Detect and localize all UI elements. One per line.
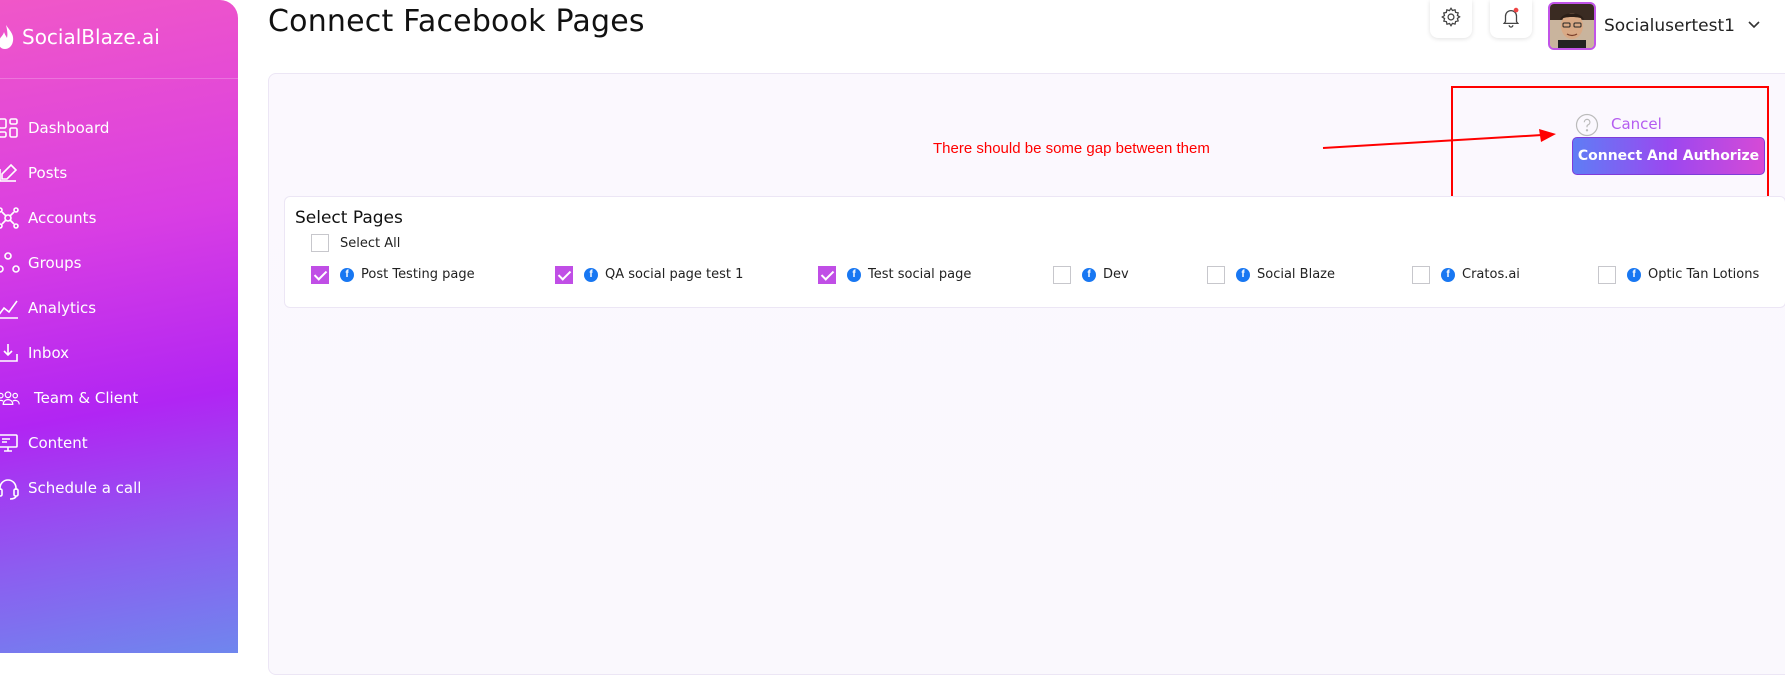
avatar-image: [1550, 4, 1594, 48]
chart-icon: [0, 296, 20, 320]
dashboard-icon: [0, 116, 20, 140]
sidebar-item-posts[interactable]: Posts: [0, 150, 238, 195]
brand[interactable]: SocialBlaze.ai: [0, 22, 160, 52]
sidebar-item-team-client[interactable]: Team & Client: [0, 375, 238, 420]
avatar[interactable]: [1548, 2, 1596, 50]
page-title: Connect Facebook Pages: [268, 4, 645, 39]
username[interactable]: Socialusertest1: [1604, 16, 1735, 36]
sidebar-item-label: Dashboard: [28, 118, 110, 137]
page-checkbox-post-testing-page[interactable]: [311, 266, 329, 284]
page-label: Cratos.ai: [1462, 267, 1520, 282]
sidebar-nav: Dashboard Posts Accounts Groups Analytic…: [0, 105, 238, 510]
chevron-down-icon[interactable]: [1746, 16, 1762, 37]
page-label: Post Testing page: [361, 267, 475, 282]
facebook-icon: f: [1082, 268, 1096, 282]
content-icon: [0, 431, 20, 455]
cancel-button[interactable]: Cancel: [1611, 115, 1662, 133]
sidebar-item-groups[interactable]: Groups: [0, 240, 238, 285]
groups-icon: [0, 251, 20, 275]
page-checkbox-test-social-page[interactable]: [818, 266, 836, 284]
page-label: Social Blaze: [1257, 267, 1335, 282]
page-checkbox-optic-tan-lotions[interactable]: [1598, 266, 1616, 284]
page-label: Optic Tan Lotions: [1648, 267, 1760, 282]
network-icon: [0, 206, 20, 230]
sidebar-item-label: Inbox: [28, 343, 70, 362]
brand-name: SocialBlaze.ai: [22, 25, 160, 49]
sidebar-item-label: Content: [28, 433, 88, 452]
team-icon: [0, 386, 26, 410]
select-all-label: Select All: [340, 236, 401, 251]
select-pages-card: Select Pages Select All f Post Testing p…: [284, 196, 1785, 308]
sidebar-item-label: Schedule a call: [28, 478, 142, 497]
notifications-button[interactable]: [1490, 0, 1532, 38]
sidebar-item-schedule-call[interactable]: Schedule a call: [0, 465, 238, 510]
page-checkbox-social-blaze[interactable]: [1207, 266, 1225, 284]
sidebar-divider: [0, 78, 238, 79]
facebook-icon: f: [1627, 268, 1641, 282]
page-label: Test social page: [868, 267, 972, 282]
annotation-note: There should be some gap between them: [933, 140, 1210, 157]
facebook-icon: f: [1236, 268, 1250, 282]
settings-button[interactable]: [1430, 0, 1472, 38]
sidebar-item-content[interactable]: Content: [0, 420, 238, 465]
sidebar-item-label: Accounts: [28, 208, 97, 227]
sidebar-item-inbox[interactable]: Inbox: [0, 330, 238, 375]
page-label: Dev: [1103, 267, 1129, 282]
sidebar-item-dashboard[interactable]: Dashboard: [0, 105, 238, 150]
sidebar-item-accounts[interactable]: Accounts: [0, 195, 238, 240]
help-icon[interactable]: [1575, 113, 1599, 137]
page-checkbox-qa-social-page-test-1[interactable]: [555, 266, 573, 284]
page-checkbox-dev[interactable]: [1053, 266, 1071, 284]
headset-icon: [0, 476, 20, 500]
connect-authorize-button[interactable]: Connect And Authorize: [1572, 137, 1765, 175]
inbox-icon: [0, 341, 20, 365]
select-pages-title: Select Pages: [295, 208, 403, 228]
page-checkbox-cratos-ai[interactable]: [1412, 266, 1430, 284]
flame-logo-icon: [0, 23, 16, 51]
sidebar-item-label: Analytics: [28, 298, 97, 317]
sidebar-item-label: Groups: [28, 253, 82, 272]
sidebar-item-label: Team & Client: [34, 388, 139, 407]
facebook-icon: f: [340, 268, 354, 282]
sidebar: SocialBlaze.ai Dashboard Posts Accounts …: [0, 0, 238, 653]
sidebar-item-analytics[interactable]: Analytics: [0, 285, 238, 330]
select-all-checkbox[interactable]: [311, 234, 329, 252]
sidebar-item-label: Posts: [28, 163, 68, 182]
gear-icon: [1440, 6, 1462, 33]
bell-icon: [1500, 6, 1522, 33]
page-label: QA social page test 1: [605, 267, 744, 282]
facebook-icon: f: [847, 268, 861, 282]
facebook-icon: f: [584, 268, 598, 282]
facebook-icon: f: [1441, 268, 1455, 282]
edit-icon: [0, 161, 20, 185]
